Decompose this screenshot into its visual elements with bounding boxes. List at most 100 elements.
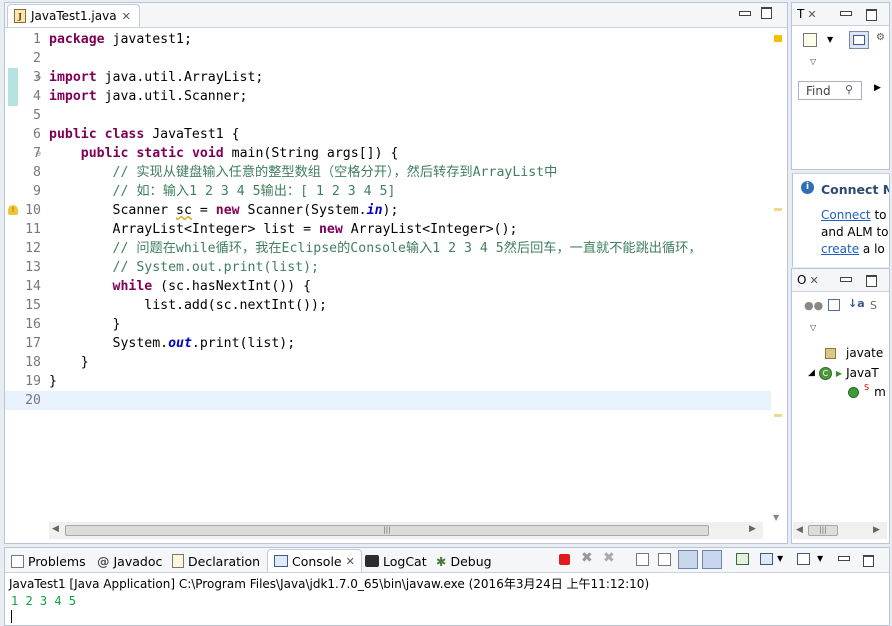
tab-debug[interactable]: ✱ Debug xyxy=(436,551,492,571)
code-line[interactable]: 3 ⊖ import java.util.ArrayList; xyxy=(5,68,775,87)
code-line[interactable]: 8 // 实现从键盘输入任意的整型数组（空格分开），然后转存到ArrayList… xyxy=(5,163,775,182)
code-line[interactable]: 14 while (sc.hasNextInt()) { xyxy=(5,277,775,296)
line-number: 10 xyxy=(25,203,41,218)
code-line[interactable]: 2 xyxy=(5,49,775,68)
minimize-panel-button[interactable] xyxy=(840,277,852,282)
code-line[interactable]: 4 import java.util.Scanner; xyxy=(5,87,775,106)
close-tab-icon[interactable]: ✕ xyxy=(807,8,816,21)
scrollbar-thumb[interactable]: ||| xyxy=(808,525,838,536)
scroll-left-arrow-icon[interactable]: ◀ xyxy=(796,525,803,535)
display-console-icon[interactable] xyxy=(760,553,773,565)
outline-item-label: m xyxy=(874,385,886,399)
show-on-error-toggle[interactable] xyxy=(702,550,722,569)
code-line[interactable]: 1 package javatest1; xyxy=(5,30,775,49)
options-icon[interactable]: ⚙ xyxy=(876,32,885,43)
code-line[interactable]: 19} xyxy=(5,372,775,391)
minimize-console-button[interactable] xyxy=(838,556,850,561)
categorized-view-button[interactable] xyxy=(849,31,869,49)
fold-toggle-icon[interactable]: ⊖ xyxy=(36,68,41,87)
console-icon xyxy=(274,555,288,567)
close-tab-icon[interactable]: ✕ xyxy=(122,10,131,23)
occurrence-overview-mark[interactable] xyxy=(774,208,782,211)
minimize-panel-button[interactable] xyxy=(840,11,852,16)
code-line[interactable]: 18 } xyxy=(5,353,775,372)
collapse-all-icon[interactable] xyxy=(828,299,840,311)
console-panel: Problems @ Javadoc Declaration Console ✕… xyxy=(4,547,890,626)
code-line[interactable]: 5 xyxy=(5,106,775,125)
code-line[interactable]: 12 // 问题在while循环，我在Eclipse的Console输入1 2 … xyxy=(5,239,775,258)
outline-item-method[interactable]: S m xyxy=(848,383,886,399)
line-number: 1 xyxy=(33,32,41,47)
connect-title: Connect M xyxy=(821,182,890,197)
code-line[interactable]: 17 System.out.print(list); xyxy=(5,334,775,353)
terminate-icon[interactable] xyxy=(559,554,570,565)
horizontal-scrollbar[interactable]: ◀ ||| ▶ xyxy=(49,522,763,539)
dropdown-arrow-icon[interactable]: ▼ xyxy=(777,554,783,563)
tab-declaration[interactable]: Declaration xyxy=(172,551,260,571)
code-line[interactable]: 11 ArrayList<Integer> list = new ArrayLi… xyxy=(5,220,775,239)
code-line[interactable]: 16 } xyxy=(5,315,775,334)
code-area[interactable]: 1 package javatest1; 2 3 ⊖ import java.util.A… xyxy=(5,28,787,520)
view-menu-icon[interactable]: ▽ xyxy=(810,323,816,332)
warning-overview-mark[interactable] xyxy=(774,35,782,42)
scrollbar-thumb[interactable]: ||| xyxy=(65,525,709,536)
line-number: 17 xyxy=(25,336,41,351)
tab-task-list[interactable]: T ✕ xyxy=(797,7,817,21)
scroll-right-arrow-icon[interactable]: ▶ xyxy=(873,525,880,535)
overview-ruler[interactable]: ▼ xyxy=(771,28,785,522)
code-line[interactable]: ! 10 Scanner sc = new Scanner(System.in); xyxy=(5,201,775,220)
console-cursor xyxy=(11,610,12,623)
maximize-panel-button[interactable] xyxy=(866,9,877,21)
pin-console-icon[interactable] xyxy=(736,553,749,565)
code-editor[interactable]: J JavaTest1.java ✕ 1 package javatest1; 2 3… xyxy=(4,2,788,544)
view-menu-icon[interactable]: ▽ xyxy=(810,57,816,66)
code-line[interactable]: 7 ⊖ public static void main(String args[]… xyxy=(5,144,775,163)
tab-outline[interactable]: O ✕ xyxy=(797,273,819,287)
collapse-arrow-icon[interactable]: ◢ xyxy=(808,368,815,378)
editor-tab-javatest1[interactable]: J JavaTest1.java ✕ xyxy=(7,4,140,27)
minimize-editor-button[interactable] xyxy=(739,11,751,16)
search-icon[interactable]: ⚲ xyxy=(845,83,853,96)
find-input[interactable]: Find ⚲ xyxy=(798,81,862,100)
dropdown-arrow-icon[interactable]: ▼ xyxy=(817,554,823,563)
hide-fields-icon[interactable]: ●● xyxy=(804,299,823,312)
fold-toggle-icon[interactable]: ⊖ xyxy=(36,144,41,163)
remove-all-terminated-icon[interactable]: ✖ xyxy=(603,550,615,566)
outline-item-class[interactable]: ◢ C ▶ JavaT xyxy=(808,366,879,380)
tab-javadoc[interactable]: @ Javadoc xyxy=(97,551,162,571)
scroll-lock-icon[interactable] xyxy=(658,553,671,566)
occurrence-overview-mark[interactable] xyxy=(774,414,782,417)
remove-launch-icon[interactable]: ✖ xyxy=(581,550,593,566)
scroll-right-arrow-icon[interactable]: ▶ xyxy=(749,524,756,534)
expand-arrow-icon[interactable]: ▶ xyxy=(874,83,881,93)
clear-console-icon[interactable] xyxy=(636,553,649,566)
open-console-icon[interactable] xyxy=(797,553,810,565)
code-line[interactable]: 6 public class JavaTest1 { xyxy=(5,125,775,144)
maximize-console-button[interactable] xyxy=(863,555,874,567)
console-output[interactable]: 1 2 3 4 5 xyxy=(11,594,76,608)
code-text: System.out.print(list); xyxy=(49,336,296,351)
outline-item-label: JavaT xyxy=(846,366,879,380)
close-tab-icon[interactable]: ✕ xyxy=(346,555,355,568)
code-line[interactable]: 20 xyxy=(5,391,775,410)
outline-item-package[interactable]: javate xyxy=(825,346,883,360)
maximize-panel-button[interactable] xyxy=(866,275,877,287)
maximize-editor-button[interactable] xyxy=(761,7,772,19)
tab-console[interactable]: Console ✕ xyxy=(267,549,362,572)
code-line[interactable]: 15 list.add(sc.nextInt()); xyxy=(5,296,775,315)
sort-icon[interactable]: ↓a xyxy=(848,297,865,310)
new-task-icon[interactable] xyxy=(803,33,817,47)
dropdown-arrow-icon[interactable]: ▼ xyxy=(827,35,833,44)
show-on-output-toggle[interactable] xyxy=(678,550,698,569)
tab-logcat[interactable]: LogCat xyxy=(365,551,427,571)
scroll-left-arrow-icon[interactable]: ◀ xyxy=(52,524,59,534)
tab-problems[interactable]: Problems xyxy=(11,551,86,571)
close-tab-icon[interactable]: ✕ xyxy=(809,274,818,287)
connect-link[interactable]: Connect xyxy=(821,208,871,222)
hide-static-icon[interactable]: S xyxy=(870,299,877,312)
outline-horizontal-scrollbar[interactable]: ◀ ||| ▶ xyxy=(793,522,887,539)
code-line[interactable]: 13 // System.out.print(list); xyxy=(5,258,775,277)
code-line[interactable]: 9 // 如：输入1 2 3 4 5输出：[ 1 2 3 4 5] xyxy=(5,182,775,201)
scroll-down-arrow-icon[interactable]: ▼ xyxy=(773,513,779,522)
create-link[interactable]: create xyxy=(821,242,859,256)
